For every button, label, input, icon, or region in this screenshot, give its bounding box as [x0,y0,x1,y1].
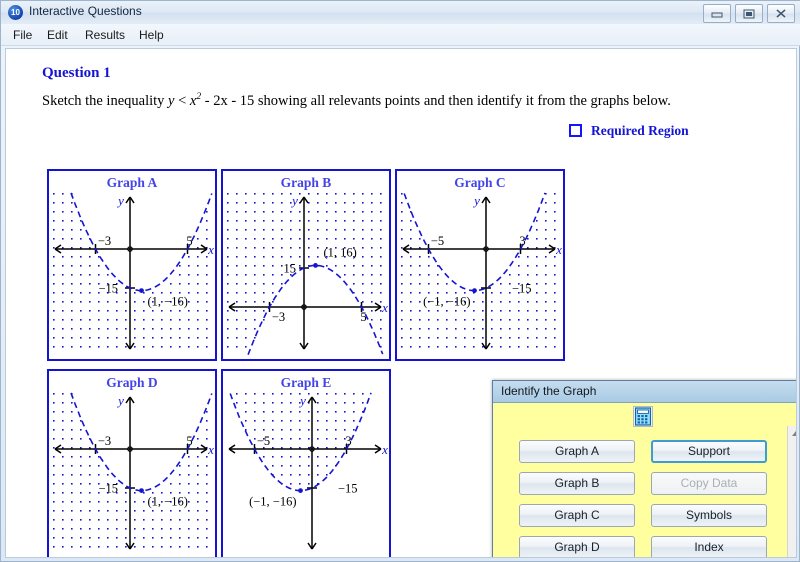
vertex-label: (1, −16) [148,495,188,509]
dialog-scrollbar[interactable] [787,426,797,558]
graph-plot-a: x y −3 5 −15 (1, −16) [49,189,215,359]
menu-edit[interactable]: Edit [41,27,74,43]
axes [55,397,207,549]
calculator-button[interactable] [633,406,653,427]
content-area: Question 1 Sketch the inequality y < x2 … [5,48,797,558]
dialog-title-bar: Identify the Graph [493,381,797,403]
restore-button[interactable] [735,4,763,23]
vertex-point [139,488,144,493]
graph-panel-d[interactable]: Graph Dxy−35−15(1, −16) [47,369,217,558]
graph-panel-b[interactable]: Graph Bxy−3515(1, 16) [221,169,391,361]
x-axis-label: x [555,242,562,257]
y-tick-label: −15 [98,482,118,496]
y-axis-label: y [116,393,124,408]
close-icon [768,5,794,22]
y-axis-label: y [298,393,306,408]
axes [403,197,555,349]
graph-panel-a[interactable]: Graph Axy−35−15(1, −16) [47,169,217,361]
graph-panel-e[interactable]: Graph Exy−53−15(−1, −16) [221,369,391,558]
prompt-suffix: showing all relevants points and then id… [258,93,671,109]
x-axis-label: x [381,442,388,457]
menu-results[interactable]: Results [79,27,131,43]
y-axis-label: y [116,193,124,208]
graph-plot-d: x y −3 5 −15 (1, −16) [49,389,215,558]
dialog-body: Graph AGraph BGraph CGraph DGraph ESuppo… [494,403,797,558]
menu-file[interactable]: File [7,27,38,43]
vertex-point [298,488,303,493]
application-window: 10 Interactive Questions File Edit Resul… [0,0,800,562]
window-title: Interactive Questions [29,4,142,18]
minimize-icon [704,5,730,22]
dialog-button-copy-data: Copy Data [651,472,767,495]
title-bar: 10 Interactive Questions [1,1,800,25]
axes [229,197,381,349]
calculator-icon [634,407,652,426]
math-operator: < [174,93,189,109]
dialog-button-symbols[interactable]: Symbols [651,504,767,527]
root-label-left: −5 [431,234,444,248]
app-icon: 10 [8,5,23,20]
vertex-point [472,288,477,293]
x-axis-label: x [207,242,214,257]
scroll-up-arrow-icon[interactable] [788,426,797,441]
root-label-left: −5 [257,434,270,448]
y-axis-label: y [472,193,480,208]
graph-plot-c: x y −5 3 −15 (−1, −16) [397,189,563,359]
axes [229,397,381,549]
root-label-left: −3 [98,434,111,448]
dialog-button-graph-b[interactable]: Graph B [519,472,635,495]
graph-plot-e: x y −5 3 −15 (−1, −16) [223,389,389,558]
close-button[interactable] [767,4,795,23]
dialog-title: Identify the Graph [501,384,596,398]
identify-graph-dialog: Identify the Graph Graph AGraph BGraph [492,380,797,558]
minimize-button[interactable] [703,4,731,23]
root-label-left: −3 [272,310,285,324]
question-prompt: Sketch the inequality y < x2 - 2x - 15 s… [42,92,782,110]
menu-help[interactable]: Help [133,27,170,43]
root-label-right: 3 [519,234,525,248]
root-label-right: 5 [186,434,192,448]
root-label-right: 5 [186,234,192,248]
graph-panel-c[interactable]: Graph Cxy−53−15(−1, −16) [395,169,565,361]
x-axis-label: x [207,442,214,457]
dialog-button-support[interactable]: Support [651,440,767,463]
root-label-left: −3 [98,234,111,248]
y-tick-label: −15 [338,482,358,496]
prompt-prefix: Sketch the inequality [42,93,168,109]
y-axis-label: y [290,193,298,208]
x-axis-label: x [381,300,388,315]
vertex-point [139,288,144,293]
question-heading: Question 1 [42,65,111,82]
y-tick-label: −15 [98,282,118,296]
required-region-label: Required Region [591,123,689,139]
graph-plot-b: x y −3 5 15 (1, 16) [223,189,389,359]
dialog-button-graph-c[interactable]: Graph C [519,504,635,527]
vertex-label: (1, 16) [324,245,357,259]
dialog-button-graph-a[interactable]: Graph A [519,440,635,463]
restore-icon [736,5,762,22]
menu-bar: File Edit Results Help [1,24,800,46]
y-tick-label: −15 [512,282,532,296]
dialog-button-graph-d[interactable]: Graph D [519,536,635,558]
root-label-right: 5 [360,310,366,324]
shading-dots [401,193,556,348]
root-label-right: 3 [345,434,351,448]
vertex-label: (−1, −16) [423,295,470,309]
math-remainder: - 2x - 15 [201,93,258,109]
vertex-label: (−1, −16) [249,495,296,509]
dialog-button-index[interactable]: Index [651,536,767,558]
vertex-point [313,263,318,268]
y-tick-label: 15 [284,262,297,276]
vertex-label: (1, −16) [148,295,188,309]
axes [55,197,207,349]
required-region-checkbox[interactable] [569,124,582,137]
